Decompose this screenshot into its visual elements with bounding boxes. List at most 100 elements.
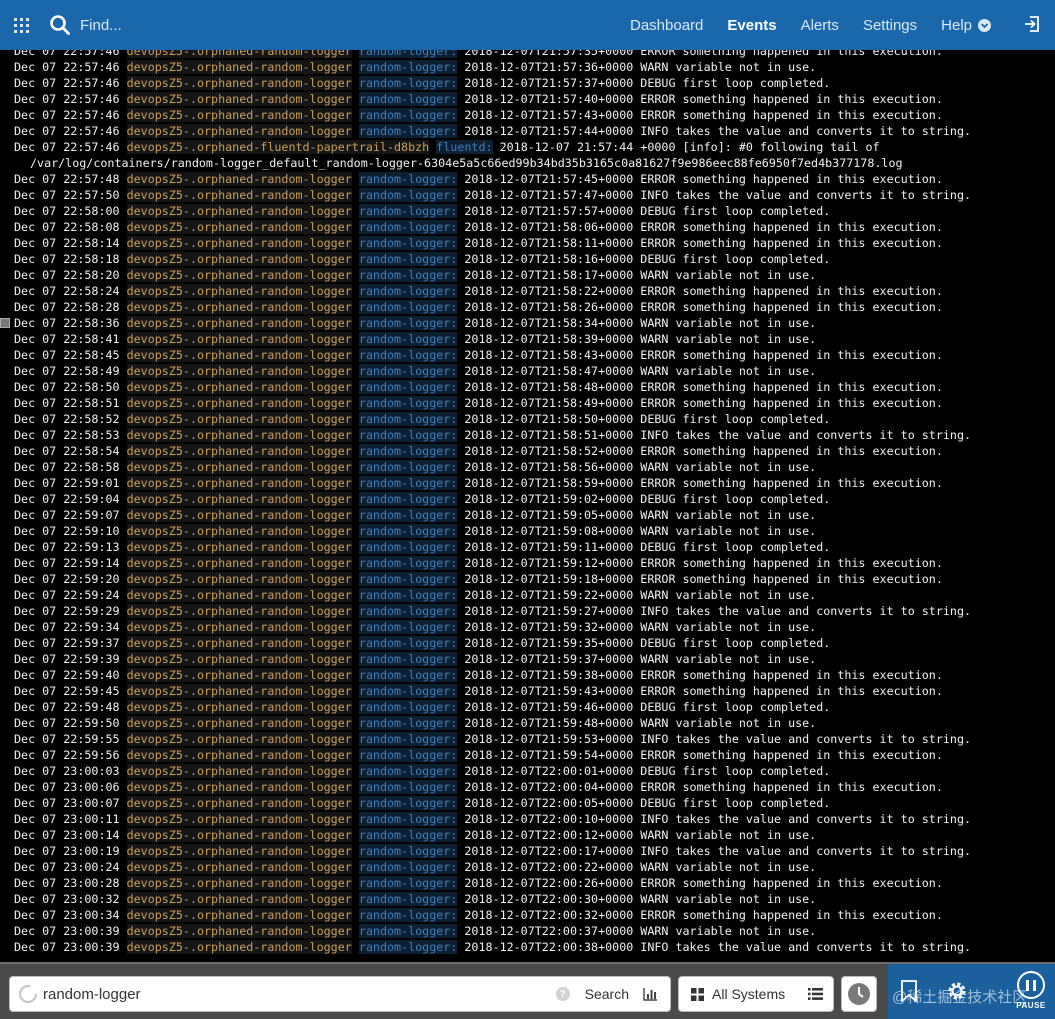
log-system-name[interactable]: devopsZ5-.orphaned-random-logger [126,236,352,250]
nav-dashboard[interactable]: Dashboard [630,17,703,34]
log-program-name[interactable]: random-logger: [358,908,458,922]
log-program-name[interactable]: random-logger: [358,780,458,794]
log-program-name[interactable]: random-logger: [358,92,458,106]
log-line[interactable]: Dec 07 22:57:50 devopsZ5-.orphaned-rando… [14,187,1055,203]
log-system-name[interactable]: devopsZ5-.orphaned-random-logger [126,844,352,858]
log-program-name[interactable]: random-logger: [358,668,458,682]
log-line[interactable]: Dec 07 22:59:40 devopsZ5-.orphaned-rando… [14,667,1055,683]
log-system-name[interactable]: devopsZ5-.orphaned-random-logger [126,92,352,106]
log-program-name[interactable]: random-logger: [358,284,458,298]
apps-grid-icon[interactable] [0,0,42,50]
log-line[interactable]: Dec 07 22:58:49 devopsZ5-.orphaned-rando… [14,363,1055,379]
log-system-name[interactable]: devopsZ5-.orphaned-random-logger [126,316,352,330]
log-system-name[interactable]: devopsZ5-.orphaned-random-logger [126,540,352,554]
log-program-name[interactable]: random-logger: [358,380,458,394]
log-program-name[interactable]: random-logger: [358,684,458,698]
log-line[interactable]: Dec 07 22:57:46 devopsZ5-.orphaned-rando… [14,59,1055,75]
log-line[interactable]: Dec 07 22:59:39 devopsZ5-.orphaned-rando… [14,651,1055,667]
log-system-name[interactable]: devopsZ5-.orphaned-random-logger [126,940,352,954]
log-line[interactable]: Dec 07 23:00:32 devopsZ5-.orphaned-rando… [14,891,1055,907]
log-program-name[interactable]: random-logger: [358,860,458,874]
log-program-name[interactable]: random-logger: [358,444,458,458]
log-line[interactable]: Dec 07 22:59:01 devopsZ5-.orphaned-rando… [14,475,1055,491]
log-system-name[interactable]: devopsZ5-.orphaned-random-logger [126,50,352,58]
log-system-name[interactable]: devopsZ5-.orphaned-random-logger [126,780,352,794]
log-program-name[interactable]: random-logger: [358,652,458,666]
log-program-name[interactable]: random-logger: [358,268,458,282]
log-line[interactable]: Dec 07 22:57:46 devopsZ5-.orphaned-rando… [14,75,1055,91]
log-line[interactable]: Dec 07 22:59:24 devopsZ5-.orphaned-rando… [14,587,1055,603]
bar-chart-icon[interactable] [643,987,658,1001]
log-line[interactable]: Dec 07 23:00:19 devopsZ5-.orphaned-rando… [14,843,1055,859]
log-system-name[interactable]: devopsZ5-.orphaned-random-logger [126,652,352,666]
log-line[interactable]: Dec 07 22:59:07 devopsZ5-.orphaned-rando… [14,507,1055,523]
log-program-name[interactable]: random-logger: [358,636,458,650]
log-program-name[interactable]: random-logger: [358,844,458,858]
search-button[interactable]: Search [585,986,629,1002]
log-program-name[interactable]: random-logger: [358,572,458,586]
log-program-name[interactable]: random-logger: [358,540,458,554]
nav-help[interactable]: Help [941,17,991,34]
log-system-name[interactable]: devopsZ5-.orphaned-random-logger [126,620,352,634]
log-program-name[interactable]: random-logger: [358,748,458,762]
log-line[interactable]: Dec 07 22:58:24 devopsZ5-.orphaned-rando… [14,283,1055,299]
log-line[interactable]: Dec 07 22:57:46 devopsZ5-.orphaned-rando… [14,123,1055,139]
log-program-name[interactable]: random-logger: [358,828,458,842]
log-system-name[interactable]: devopsZ5-.orphaned-random-logger [126,588,352,602]
log-program-name[interactable]: random-logger: [358,796,458,810]
log-system-name[interactable]: devopsZ5-.orphaned-random-logger [126,668,352,682]
log-system-name[interactable]: devopsZ5-.orphaned-random-logger [126,684,352,698]
log-line[interactable]: Dec 07 22:58:52 devopsZ5-.orphaned-rando… [14,411,1055,427]
log-system-name[interactable]: devopsZ5-.orphaned-random-logger [126,700,352,714]
log-system-name[interactable]: devopsZ5-.orphaned-random-logger [126,508,352,522]
log-program-name[interactable]: random-logger: [358,764,458,778]
log-system-name[interactable]: devopsZ5-.orphaned-random-logger [126,108,352,122]
log-system-name[interactable]: devopsZ5-.orphaned-random-logger [126,220,352,234]
log-program-name[interactable]: random-logger: [358,588,458,602]
log-line[interactable]: Dec 07 22:58:45 devopsZ5-.orphaned-rando… [14,347,1055,363]
logout-icon[interactable] [1023,15,1041,38]
log-line[interactable]: Dec 07 23:00:07 devopsZ5-.orphaned-rando… [14,795,1055,811]
log-line[interactable]: Dec 07 22:58:51 devopsZ5-.orphaned-rando… [14,395,1055,411]
log-line[interactable]: Dec 07 22:58:53 devopsZ5-.orphaned-rando… [14,427,1055,443]
log-system-name[interactable]: devopsZ5-.orphaned-random-logger [126,380,352,394]
log-program-name[interactable]: fluentd: [436,140,493,154]
log-line[interactable]: Dec 07 22:59:20 devopsZ5-.orphaned-rando… [14,571,1055,587]
log-program-name[interactable]: random-logger: [358,812,458,826]
log-line[interactable]: Dec 07 22:59:37 devopsZ5-.orphaned-rando… [14,635,1055,651]
log-program-name[interactable]: random-logger: [358,124,458,138]
log-program-name[interactable]: random-logger: [358,524,458,538]
log-system-name[interactable]: devopsZ5-.orphaned-random-logger [126,604,352,618]
log-program-name[interactable]: random-logger: [358,476,458,490]
log-line[interactable]: Dec 07 22:59:45 devopsZ5-.orphaned-rando… [14,683,1055,699]
log-line[interactable]: Dec 07 22:59:14 devopsZ5-.orphaned-rando… [14,555,1055,571]
log-system-name[interactable]: devopsZ5-.orphaned-random-logger [126,364,352,378]
log-system-name[interactable]: devopsZ5-.orphaned-random-logger [126,300,352,314]
time-selector[interactable] [841,976,877,1012]
log-system-name[interactable]: devopsZ5-.orphaned-random-logger [126,748,352,762]
log-line[interactable]: Dec 07 23:00:28 devopsZ5-.orphaned-rando… [14,875,1055,891]
log-program-name[interactable]: random-logger: [358,508,458,522]
log-line[interactable]: Dec 07 22:59:56 devopsZ5-.orphaned-rando… [14,747,1055,763]
log-system-name[interactable]: devopsZ5-.orphaned-random-logger [126,124,352,138]
log-system-name[interactable]: devopsZ5-.orphaned-random-logger [126,444,352,458]
nav-alerts[interactable]: Alerts [801,17,839,34]
log-line[interactable]: Dec 07 23:00:11 devopsZ5-.orphaned-rando… [14,811,1055,827]
log-line[interactable]: Dec 07 22:59:10 devopsZ5-.orphaned-rando… [14,523,1055,539]
log-program-name[interactable]: random-logger: [358,428,458,442]
log-system-name[interactable]: devopsZ5-.orphaned-random-logger [126,252,352,266]
log-system-name[interactable]: devopsZ5-.orphaned-random-logger [126,188,352,202]
log-system-name[interactable]: devopsZ5-.orphaned-random-logger [126,812,352,826]
nav-events[interactable]: Events [727,17,776,34]
log-program-name[interactable]: random-logger: [358,252,458,266]
log-system-name[interactable]: devopsZ5-.orphaned-random-logger [126,428,352,442]
log-system-name[interactable]: devopsZ5-.orphaned-random-logger [126,76,352,90]
log-system-name[interactable]: devopsZ5-.orphaned-fluentd-papertrail-d8… [126,140,430,154]
log-line[interactable]: Dec 07 22:58:18 devopsZ5-.orphaned-rando… [14,251,1055,267]
nav-settings[interactable]: Settings [863,17,917,34]
log-system-name[interactable]: devopsZ5-.orphaned-random-logger [126,268,352,282]
log-line[interactable]: Dec 07 23:00:03 devopsZ5-.orphaned-rando… [14,763,1055,779]
pause-button[interactable]: PAUSE [1013,971,1049,1010]
log-program-name[interactable]: random-logger: [358,172,458,186]
log-program-name[interactable]: random-logger: [358,604,458,618]
